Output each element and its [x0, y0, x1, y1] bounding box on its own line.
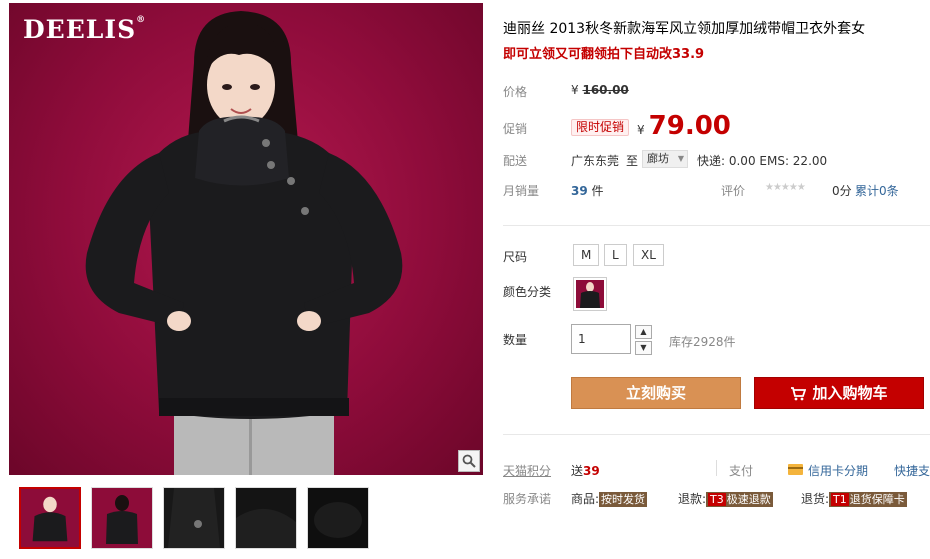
thumbnail-2[interactable]	[91, 487, 153, 549]
original-price: ¥ 160.00	[571, 83, 629, 97]
thumbnail-strip	[19, 487, 369, 549]
promo-tag-badge: 限时促销	[571, 119, 630, 136]
zoom-button[interactable]	[458, 450, 480, 472]
service-item-refund[interactable]: 退款: T3 极速退款	[678, 490, 773, 507]
model-photo-illustration	[85, 11, 403, 475]
rating-stars-icon: ★★★★★	[765, 182, 806, 193]
size-option-xl[interactable]: XL	[633, 244, 664, 266]
product-subtitle: 即可立领又可翻领拍下自动改33.9	[503, 47, 705, 62]
quantity-input[interactable]	[571, 324, 631, 354]
ship-to-word: 至	[626, 154, 639, 168]
thumbnail-3[interactable]	[163, 487, 225, 549]
quantity-label: 数量	[503, 333, 528, 347]
points-value: 送39	[571, 464, 600, 478]
quantity-increase-button[interactable]: ▲	[635, 325, 652, 339]
color-label: 颜色分类	[503, 285, 552, 299]
buy-now-button[interactable]: 立刻购买	[571, 377, 741, 409]
price-label: 价格	[503, 85, 528, 99]
quantity-decrease-button[interactable]: ▼	[635, 341, 652, 355]
installment-link[interactable]: 信用卡分期	[808, 462, 868, 479]
promo-price: ¥79.00	[637, 111, 731, 141]
chevron-down-icon: ▼	[677, 154, 684, 163]
promo-label: 促销	[503, 122, 528, 136]
payment-label: 支付	[729, 464, 754, 478]
product-title: 迪丽丝 2013秋冬新款海军风立领加厚加绒带帽卫衣外套女	[503, 21, 866, 37]
magnifier-icon	[462, 454, 476, 468]
stock-count: 库存2928件	[669, 335, 736, 349]
service-badge: 按时发货	[599, 492, 648, 507]
reviews-link[interactable]: 累计0条	[855, 182, 899, 199]
divider	[716, 460, 717, 476]
thumbnail-1[interactable]	[19, 487, 81, 549]
divider	[503, 434, 930, 435]
divider	[503, 225, 930, 226]
size-label: 尺码	[503, 250, 528, 264]
express-pay-link[interactable]: 快捷支付	[894, 462, 930, 479]
service-badge: T1 退货保障卡	[829, 492, 907, 507]
tmall-points-link[interactable]: 天猫积分	[503, 462, 551, 479]
monthly-sales-value: 39 件	[571, 184, 604, 198]
ship-from-location: 广东东莞	[571, 154, 620, 168]
service-item-shipping[interactable]: 商品: 按时发货	[571, 490, 648, 507]
shipping-label: 配送	[503, 154, 528, 168]
credit-card-icon	[788, 464, 803, 475]
size-option-l[interactable]: L	[604, 244, 627, 266]
thumbnail-4[interactable]	[235, 487, 297, 549]
thumbnail-5[interactable]	[307, 487, 369, 549]
add-to-cart-label: 加入购物车	[812, 384, 888, 402]
size-option-m[interactable]: M	[573, 244, 600, 266]
destination-city-select[interactable]: 廊坊 ▼	[642, 150, 688, 168]
destination-city-value: 廊坊	[647, 152, 669, 165]
service-item-return[interactable]: 退货: T1 退货保障卡	[801, 490, 907, 507]
service-badge: T3 极速退款	[706, 492, 773, 507]
rating-label: 评价	[721, 184, 746, 198]
main-product-photo[interactable]: DEELIS®	[9, 3, 483, 475]
shopping-cart-icon	[791, 386, 807, 400]
monthly-sales-label: 月销量	[503, 184, 540, 198]
product-info-panel: 迪丽丝 2013秋冬新款海军风立领加厚加绒带帽卫衣外套女 即可立领又可翻领拍下自…	[503, 0, 930, 559]
color-option-black[interactable]	[573, 277, 607, 311]
shipping-fee: 快递: 0.00 EMS: 22.00	[697, 154, 828, 168]
rating-score: 0分	[832, 184, 852, 198]
service-promise-label: 服务承诺	[503, 492, 552, 506]
add-to-cart-button[interactable]: 加入购物车	[754, 377, 924, 409]
